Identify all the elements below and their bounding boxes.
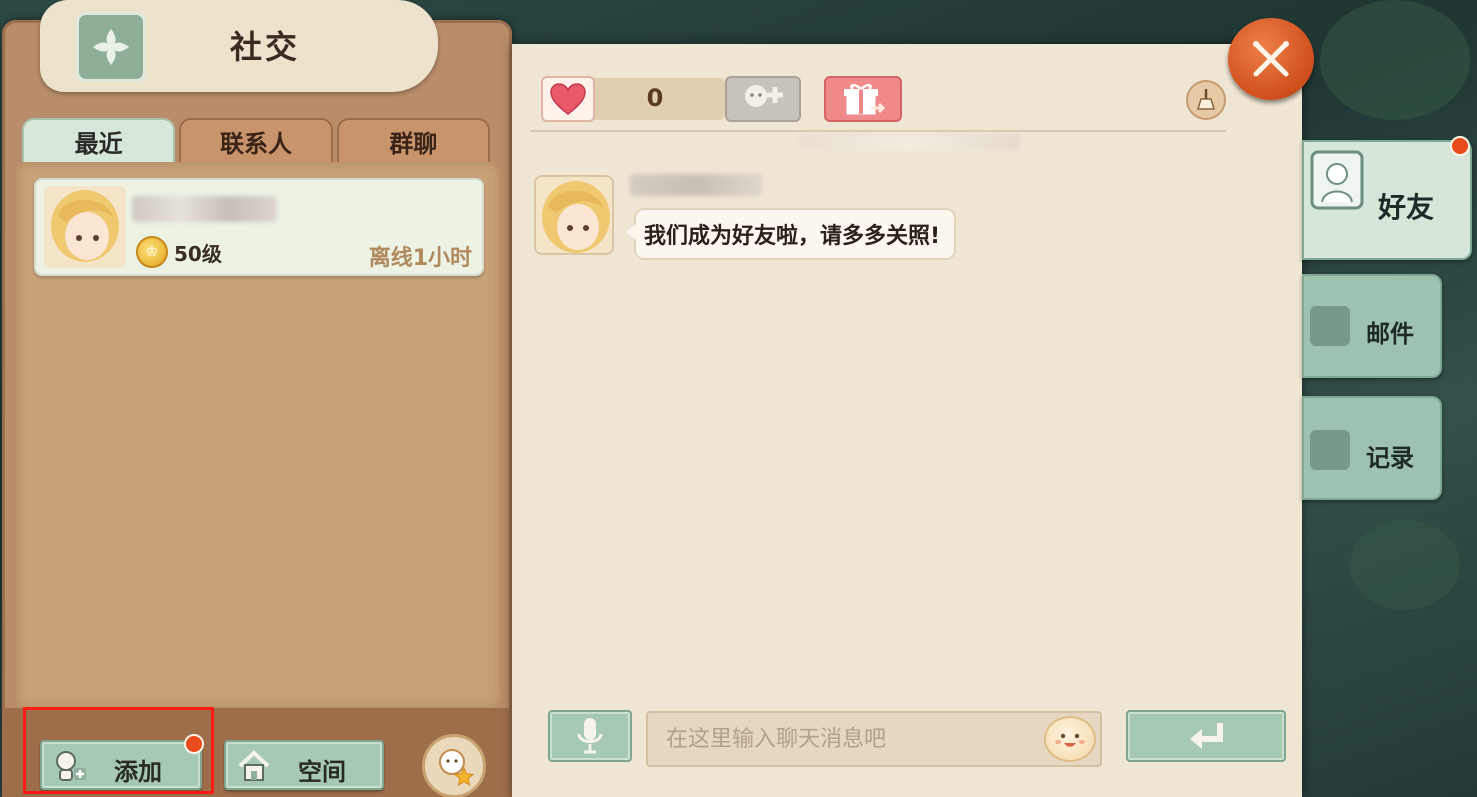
level-badge-icon: ♔ (136, 236, 168, 268)
friend-level: 50级 (174, 242, 222, 266)
chat-record-icon (1310, 430, 1350, 470)
tab-recent[interactable]: 最近 (22, 118, 176, 162)
face-star-icon (439, 749, 475, 787)
smiley-icon (1055, 733, 1085, 747)
chat-header-divider (530, 130, 1226, 132)
voice-button[interactable] (548, 710, 632, 762)
gift-icon (844, 83, 886, 115)
message-bubble: 我们成为好友啦，请多多关照! (625, 208, 957, 260)
side-tab-mail[interactable]: 邮件 (1302, 274, 1442, 378)
add-friend-button[interactable] (725, 76, 801, 122)
side-tab-label: 好友 (1378, 191, 1435, 224)
side-tab-friends[interactable]: 好友 (1302, 140, 1472, 260)
blurred-info (800, 134, 1020, 150)
side-tab-label: 记录 (1366, 444, 1414, 472)
heart-icon (550, 83, 586, 115)
avatar[interactable] (534, 175, 614, 255)
envelope-icon (1310, 306, 1350, 346)
home-icon (238, 750, 270, 781)
tab-group-chat[interactable]: 群聊 (336, 118, 490, 162)
heart-button[interactable] (541, 76, 595, 122)
send-button[interactable] (1126, 710, 1286, 762)
space-button[interactable]: 空间 (224, 740, 384, 790)
friend-name (132, 196, 277, 222)
side-tab-label: 邮件 (1366, 320, 1414, 348)
close-button[interactable] (1228, 18, 1314, 100)
tab-contacts[interactable]: 联系人 (179, 118, 333, 162)
avatar (44, 186, 126, 268)
friend-status: 离线1小时 (368, 246, 472, 271)
fleur-icon (76, 12, 146, 82)
chat-panel (512, 44, 1302, 797)
background-foliage (1350, 520, 1460, 610)
side-tab-records[interactable]: 记录 (1302, 396, 1442, 500)
page-title: 社交 (229, 28, 300, 66)
broom-icon (1196, 89, 1216, 110)
emoji-button[interactable] (1044, 716, 1096, 762)
friend-portrait-icon (1310, 150, 1364, 210)
add-friend-icon (745, 85, 783, 107)
chat-input[interactable] (646, 711, 1102, 767)
list-item[interactable]: ♔ 50级 离线1小时 (34, 178, 484, 276)
notification-badge (1450, 136, 1470, 156)
gift-button[interactable] (824, 76, 902, 122)
enter-icon (1190, 723, 1223, 749)
space-button-label: 空间 (298, 758, 346, 786)
background-foliage (1320, 0, 1470, 120)
clear-chat-button[interactable] (1186, 80, 1226, 120)
microphone-icon (577, 718, 603, 754)
message-sender (630, 174, 762, 196)
close-icon (1253, 41, 1289, 77)
intimacy-count: 0 (646, 84, 664, 112)
highlight-box (23, 707, 214, 794)
list-tabs: 最近 联系人 群聊 (22, 118, 490, 162)
favorite-friends-button[interactable] (422, 734, 486, 797)
